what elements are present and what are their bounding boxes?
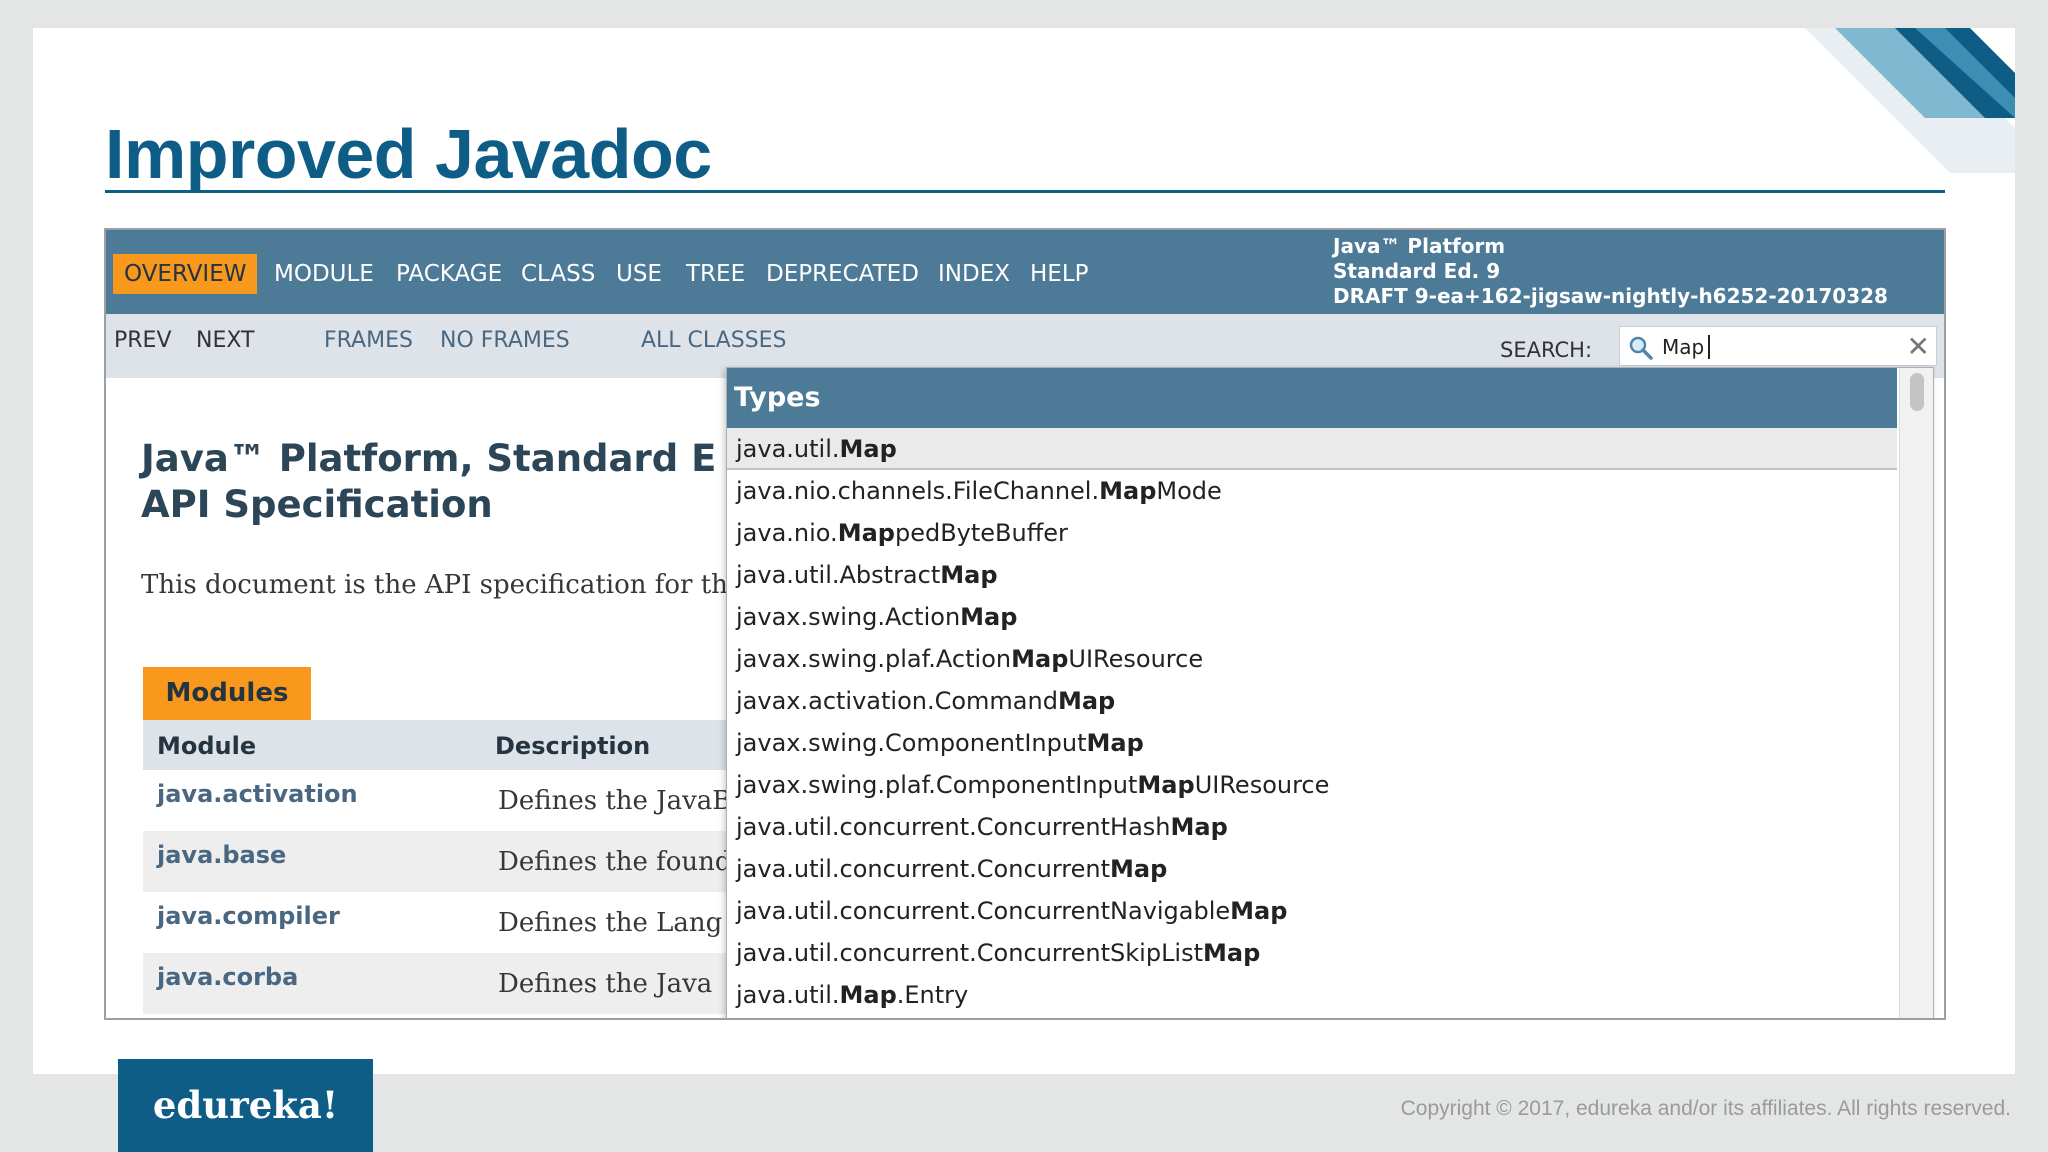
- match-highlight: Map: [1203, 939, 1261, 967]
- suggestion-text: java.util.concurrent.ConcurrentNavigable: [736, 897, 1231, 925]
- nav-module[interactable]: MODULE: [274, 254, 374, 294]
- copyright-notice: Copyright © 2017, edureka and/or its aff…: [1400, 1097, 2011, 1120]
- suggestion-text: UIResource: [1194, 771, 1330, 799]
- suggestion-text: javax.swing.ComponentInput: [736, 729, 1087, 757]
- all-classes-link[interactable]: ALL CLASSES: [641, 328, 787, 353]
- suggestion-item[interactable]: java.nio.MappedByteBuffer: [727, 512, 1897, 554]
- suggestion-item[interactable]: java.util.concurrent.ConcurrentHashMap: [727, 806, 1897, 848]
- nav-tree[interactable]: TREE: [686, 254, 745, 294]
- suggestion-text: java.util.: [736, 981, 840, 1009]
- module-link[interactable]: java.base: [157, 841, 286, 869]
- match-highlight: Map: [1230, 897, 1288, 925]
- suggestion-text: javax.swing.plaf.Action: [736, 645, 1012, 673]
- match-highlight: Map: [1099, 477, 1157, 505]
- suggestion-item[interactable]: javax.swing.plaf.ComponentInputMapUIReso…: [727, 764, 1897, 806]
- suggestion-item[interactable]: java.util.AbstractMap: [727, 554, 1897, 596]
- brand-line: Standard Ed. 9: [1333, 259, 1501, 283]
- suggestion-text: javax.swing.plaf.ComponentInput: [736, 771, 1138, 799]
- suggestion-text: javax.swing.Action: [736, 603, 961, 631]
- slide-title: Improved Javadoc: [105, 115, 712, 193]
- match-highlight: Map: [1110, 855, 1168, 883]
- module-link[interactable]: java.activation: [157, 780, 358, 808]
- match-highlight: Map: [1170, 813, 1228, 841]
- suggestion-list: java.util.Map java.nio.channels.FileChann…: [727, 428, 1897, 1016]
- text-caret: [1708, 335, 1710, 359]
- suggestion-text: UIResource: [1068, 645, 1204, 673]
- scrollbar[interactable]: [1899, 368, 1933, 1018]
- suggestion-text: java.util.: [736, 435, 840, 463]
- suggestion-text: java.nio.channels.FileChannel.: [736, 477, 1100, 505]
- search-suggestions-dropdown: Types java.util.Map java.nio.channels.Fil…: [726, 367, 1934, 1018]
- brand-line: Java™ Platform: [1333, 234, 1506, 258]
- match-highlight: Map: [1086, 729, 1144, 757]
- match-highlight: Map: [1011, 645, 1069, 673]
- nav-overview[interactable]: OVERVIEW: [113, 254, 258, 294]
- suggestion-item[interactable]: javax.activation.CommandMap: [727, 680, 1897, 722]
- module-link[interactable]: java.compiler: [157, 902, 340, 930]
- match-highlight: Map: [1137, 771, 1195, 799]
- nav-package[interactable]: PACKAGE: [396, 254, 502, 294]
- nav-help[interactable]: HELP: [1030, 254, 1089, 294]
- suggestion-item[interactable]: java.util.Map: [727, 428, 1897, 470]
- match-highlight: Map: [960, 603, 1018, 631]
- match-highlight: Map: [1057, 687, 1116, 715]
- match-highlight: Map: [839, 435, 897, 463]
- suggestion-text: javax.activation.Command: [736, 687, 1058, 715]
- page-description: This document is the API specification f…: [141, 570, 728, 600]
- match-highlight: Map: [839, 981, 897, 1009]
- search-icon: [1629, 336, 1653, 360]
- suggestion-item[interactable]: javax.swing.ActionMap: [727, 596, 1897, 638]
- suggestion-item[interactable]: java.util.Map.Entry: [727, 974, 1897, 1016]
- nav-deprecated[interactable]: DEPRECATED: [766, 254, 919, 294]
- match-highlight: Map: [837, 519, 895, 547]
- suggestion-item[interactable]: javax.swing.plaf.ActionMapUIResource: [727, 638, 1897, 680]
- javadoc-screenshot: OVERVIEW MODULE PACKAGE CLASS USE TREE D…: [104, 228, 1946, 1020]
- column-header-module: Module: [157, 732, 257, 760]
- close-icon[interactable]: ✕: [1907, 330, 1930, 363]
- search-label: SEARCH:: [1500, 338, 1593, 362]
- platform-brand: Java™ Platform Standard Ed. 9 DRAFT 9-ea…: [1333, 234, 1888, 309]
- column-header-description: Description: [495, 732, 651, 760]
- frames-link[interactable]: FRAMES: [324, 328, 413, 353]
- suggestion-text: java.util.concurrent.Concurrent: [736, 855, 1111, 883]
- suggestion-item[interactable]: java.util.concurrent.ConcurrentMap: [727, 848, 1897, 890]
- suggestion-text: pedByteBuffer: [894, 519, 1068, 547]
- nav-index[interactable]: INDEX: [938, 254, 1010, 294]
- module-description: Defines the Lang: [498, 908, 723, 938]
- search-query: Map: [1662, 335, 1705, 359]
- page-title: Java™ Platform, Standard E API Specifica…: [141, 437, 717, 526]
- scrollbar-thumb[interactable]: [1910, 373, 1924, 411]
- suggestion-text: .Entry: [896, 981, 969, 1009]
- slide: Improved Javadoc OVERVIEW MODULE PACKAGE…: [33, 28, 2015, 1074]
- module-description: Defines the JavaB: [498, 786, 732, 816]
- suggestion-text: java.util.concurrent.ConcurrentHash: [736, 813, 1171, 841]
- module-description: Defines the found: [498, 847, 732, 877]
- suggestion-text: java.util.concurrent.ConcurrentSkipList: [736, 939, 1204, 967]
- top-navbar: OVERVIEW MODULE PACKAGE CLASS USE TREE D…: [106, 230, 1944, 314]
- module-link[interactable]: java.corba: [157, 963, 298, 991]
- search-input[interactable]: Map ✕: [1619, 326, 1937, 366]
- dropdown-category-header: Types: [727, 368, 1897, 428]
- suggestion-text: java.util.Abstract: [736, 561, 941, 589]
- modules-tab: Modules: [143, 667, 311, 720]
- nav-class[interactable]: CLASS: [521, 254, 595, 294]
- match-highlight: Map: [940, 561, 998, 589]
- suggestion-text: Mode: [1156, 477, 1222, 505]
- suggestion-item[interactable]: java.util.concurrent.ConcurrentNavigable…: [727, 890, 1897, 932]
- prev-link[interactable]: PREV: [114, 328, 172, 353]
- edureka-logo: edureka!: [118, 1059, 373, 1152]
- suggestion-item[interactable]: javax.swing.ComponentInputMap: [727, 722, 1897, 764]
- corner-decoration: [1805, 28, 2015, 173]
- suggestion-item[interactable]: java.nio.channels.FileChannel.MapMode: [727, 470, 1897, 512]
- next-link[interactable]: NEXT: [196, 328, 254, 353]
- nav-use[interactable]: USE: [616, 254, 662, 294]
- suggestion-item[interactable]: java.util.concurrent.ConcurrentSkipListM…: [727, 932, 1897, 974]
- suggestion-text: java.nio.: [736, 519, 838, 547]
- title-divider: [105, 190, 1945, 193]
- no-frames-link[interactable]: NO FRAMES: [440, 328, 570, 353]
- brand-line: DRAFT 9-ea+162-jigsaw-nightly-h6252-2017…: [1333, 284, 1888, 308]
- module-description: Defines the Java: [498, 969, 713, 999]
